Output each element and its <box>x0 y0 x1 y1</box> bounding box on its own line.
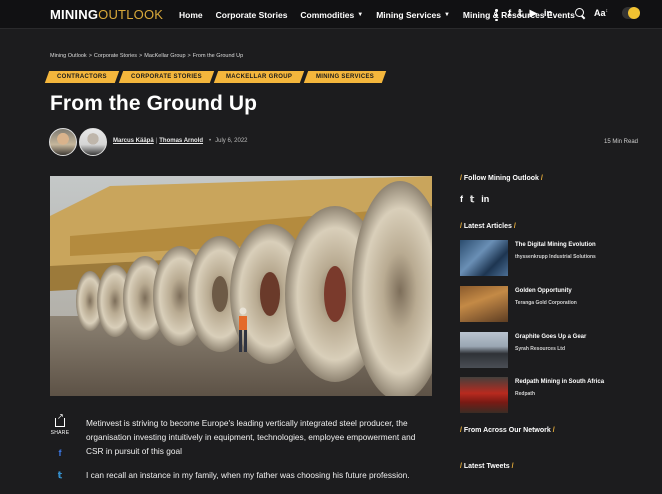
nav-commodities-label: Commodities <box>300 9 355 20</box>
breadcrumb: Mining Outlook > Corporate Stories > MacKell… <box>50 53 244 59</box>
font-size-label: Aa <box>594 8 606 18</box>
nav-commodities[interactable]: Commodities ▼ <box>300 10 363 20</box>
facebook-icon[interactable]: f <box>53 448 67 458</box>
author-link[interactable]: Marcus Kääpä <box>113 138 154 144</box>
latest-article-item[interactable]: Graphite Goes Up a Gear Syrah Resources … <box>460 332 640 368</box>
latest-article-item[interactable]: The Digital Mining Evolution thyssenkrup… <box>460 240 640 276</box>
network-title-text: From Across Our Network <box>463 427 551 434</box>
latest-article-company: Redpath <box>515 391 535 397</box>
search-icon[interactable] <box>574 7 586 19</box>
nav-home[interactable]: Home <box>179 10 203 20</box>
logo-bold-text: MINING <box>50 7 99 22</box>
category-tags: CONTRACTORS CORPORATE STORIES MACKELLAR … <box>44 71 388 83</box>
tag-corporate-stories[interactable]: CORPORATE STORIES <box>118 71 214 83</box>
latest-articles-title: / Latest Articles / <box>460 223 516 230</box>
tag-label: MINING SERVICES <box>315 74 374 80</box>
breadcrumb-current: From the Ground Up <box>192 53 244 59</box>
latest-article-title[interactable]: The Digital Mining Evolution <box>515 242 596 248</box>
facebook-icon[interactable]: f <box>508 8 511 20</box>
tag-label: CONTRACTORS <box>57 74 107 80</box>
publish-date: July 6, 2022 <box>215 138 248 144</box>
breadcrumb-link[interactable]: MacKellar Group <box>144 53 185 59</box>
article-thumbnail[interactable] <box>460 377 508 413</box>
latest-article-title[interactable]: Redpath Mining in South Africa <box>515 379 604 385</box>
dark-mode-toggle[interactable] <box>622 7 641 19</box>
latest-article-item[interactable]: Redpath Mining in South Africa Redpath <box>460 377 640 413</box>
logo-light-text: OUTLOOK <box>98 7 164 22</box>
chevron-down-icon: ▼ <box>443 11 450 18</box>
top-navigation-bar: MININGOUTLOOK Home Corporate Stories Com… <box>0 0 662 29</box>
tag-label: MACKELLAR GROUP <box>225 74 292 80</box>
follow-widget-title: / Follow Mining Outlook / <box>460 175 543 182</box>
article-thumbnail[interactable] <box>460 286 508 322</box>
youtube-icon[interactable]: ▶ <box>530 8 537 20</box>
share-label: SHARE <box>50 430 70 436</box>
haul-truck-tires-image <box>50 176 432 396</box>
author-avatar[interactable] <box>79 128 107 156</box>
twitter-icon[interactable]: 𝕥 <box>518 8 522 20</box>
share-icon[interactable] <box>55 412 65 427</box>
latest-article-company: thyssenkrupp Industrial Solutions <box>515 254 596 260</box>
latest-title-text: Latest Articles <box>463 223 512 230</box>
tag-contractors[interactable]: CONTRACTORS <box>44 71 120 83</box>
latest-article-title[interactable]: Graphite Goes Up a Gear <box>515 334 586 340</box>
article-thumbnail[interactable] <box>460 332 508 368</box>
article-meta: Marcus Kääpä | Thomas Arnold • July 6, 2022 <box>113 138 248 144</box>
network-widget-title: / From Across Our Network / <box>460 427 555 434</box>
twitter-icon[interactable]: 𝕥 <box>53 470 67 481</box>
header-social-links: f 𝕥 ▶ in <box>508 8 559 20</box>
read-time: 15 Min Read <box>604 139 639 145</box>
font-size-button[interactable]: Aa↕ <box>594 8 608 18</box>
article-paragraph: I can recall an instance in my family, w… <box>86 470 410 480</box>
tweets-widget-title: / Latest Tweets / <box>460 463 514 470</box>
tag-mining-services[interactable]: MINING SERVICES <box>303 71 387 83</box>
page-title: From the Ground Up <box>50 92 258 115</box>
author-link[interactable]: Thomas Arnold <box>159 138 203 144</box>
chevron-down-icon: ▼ <box>357 11 364 18</box>
breadcrumb-link[interactable]: Corporate Stories <box>94 53 137 59</box>
more-menu-icon[interactable] <box>495 9 498 21</box>
linkedin-icon[interactable]: in <box>481 194 489 205</box>
latest-article-title[interactable]: Golden Opportunity <box>515 288 572 294</box>
share-bar: SHARE f 𝕥 <box>47 412 73 481</box>
follow-title-text: Follow Mining Outlook <box>463 175 539 182</box>
latest-article-item[interactable]: Golden Opportunity Teranga Gold Corporat… <box>460 286 640 322</box>
facebook-icon[interactable]: f <box>460 194 463 205</box>
article-paragraph: Metinvest is striving to become Europe's… <box>86 418 416 456</box>
nav-home-label: Home <box>179 9 203 20</box>
nav-corporate-stories-label: Corporate Stories <box>215 9 288 20</box>
tag-label: CORPORATE STORIES <box>130 74 202 80</box>
nav-corporate-stories[interactable]: Corporate Stories <box>216 10 288 20</box>
nav-mining-services-label: Mining Services <box>376 9 441 20</box>
nav-mining-services[interactable]: Mining Services ▼ <box>376 10 450 20</box>
latest-article-company: Syrah Resources Ltd <box>515 346 566 352</box>
breadcrumb-link[interactable]: Mining Outlook <box>50 53 87 59</box>
follow-social-links: f 𝕥 in <box>460 194 496 205</box>
hero-image <box>50 176 432 396</box>
author-avatar[interactable] <box>49 128 77 156</box>
site-logo[interactable]: MININGOUTLOOK <box>50 7 163 22</box>
tag-mackellar-group[interactable]: MACKELLAR GROUP <box>213 71 305 83</box>
header-tools: Aa↕ <box>574 7 641 19</box>
latest-article-company: Teranga Gold Corporation <box>515 300 577 306</box>
tweets-title-text: Latest Tweets <box>463 463 510 470</box>
article-thumbnail[interactable] <box>460 240 508 276</box>
twitter-icon[interactable]: 𝕥 <box>470 194 474 205</box>
article-body: Metinvest is striving to become Europe's… <box>86 416 434 492</box>
linkedin-icon[interactable]: in <box>544 8 552 20</box>
